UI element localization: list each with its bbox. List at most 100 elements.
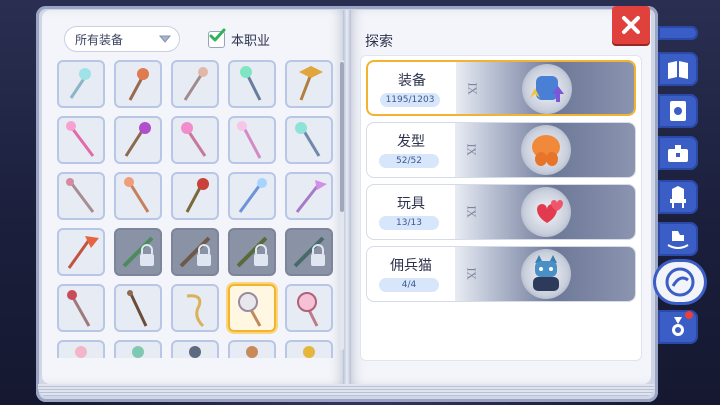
class-only-checkbox[interactable] — [208, 28, 226, 48]
staff-icon — [189, 346, 201, 358]
equipment-slot-locked[interactable] — [171, 228, 219, 276]
equipment-slot[interactable] — [171, 172, 219, 220]
book-icon — [668, 61, 688, 79]
hair-icon — [521, 125, 571, 175]
staff-icon — [295, 180, 327, 213]
class-only-toggle[interactable]: 本职业 — [208, 28, 270, 49]
mirror-staff-icon — [238, 292, 262, 327]
staff-icon — [186, 294, 205, 328]
explore-title: 探索 — [365, 34, 393, 50]
equipment-slot[interactable] — [285, 340, 333, 358]
equipment-slot[interactable] — [228, 340, 276, 358]
lock-icon — [293, 236, 325, 268]
staff-icon — [240, 66, 262, 101]
lock-icon — [179, 236, 211, 268]
equipment-slot[interactable] — [285, 116, 333, 164]
card-icon — [670, 101, 686, 121]
equipment-slot[interactable] — [114, 116, 162, 164]
card-roman-numeral: IX — [465, 82, 479, 95]
equipment-slot[interactable] — [114, 340, 162, 358]
equipment-filter-dropdown[interactable]: 所有装备 — [64, 26, 180, 52]
staff-icon — [246, 346, 258, 358]
armor-icon — [522, 64, 572, 114]
card-roman-numeral: IX — [464, 267, 478, 280]
chevron-down-icon — [159, 35, 171, 43]
card-roman-numeral: IX — [464, 143, 478, 156]
equipment-slot[interactable] — [57, 116, 105, 164]
tab-top[interactable] — [658, 26, 698, 40]
equipment-slot[interactable] — [285, 60, 333, 108]
staff-icon — [124, 122, 151, 157]
equipment-slot[interactable] — [114, 284, 162, 332]
equipment-slot[interactable] — [114, 60, 162, 108]
staff-icon — [67, 236, 99, 269]
tab-rocking-horse[interactable] — [658, 222, 698, 256]
rocking-horse-icon — [667, 231, 689, 249]
equipment-slot[interactable] — [57, 60, 105, 108]
card-label: 发型 — [397, 134, 425, 150]
close-icon — [622, 16, 640, 34]
card-art: IX — [456, 62, 634, 114]
book-page-edge — [38, 384, 654, 396]
staff-icon — [185, 178, 209, 213]
equipment-slot[interactable] — [285, 284, 333, 332]
equipment-slot[interactable] — [171, 60, 219, 108]
card-art: IX — [455, 247, 635, 301]
card-art: IX — [455, 185, 635, 239]
grid-scroll-thumb[interactable] — [340, 62, 344, 212]
staff-icon — [66, 121, 95, 157]
tab-chest[interactable] — [658, 136, 698, 170]
equipment-slot[interactable] — [171, 284, 219, 332]
equipment-slot[interactable] — [171, 340, 219, 358]
equipment-slot-locked[interactable] — [285, 228, 333, 276]
equipment-slot[interactable] — [57, 228, 105, 276]
equipment-slot-selected[interactable] — [228, 284, 276, 332]
equipment-slot[interactable] — [228, 172, 276, 220]
staff-icon — [238, 178, 267, 213]
tab-book[interactable] — [658, 52, 698, 86]
staff-icon — [124, 177, 150, 213]
book-spine — [343, 10, 351, 384]
equipment-slot[interactable] — [57, 340, 105, 358]
equipment-slot-locked[interactable] — [228, 228, 276, 276]
explore-card-mercenary-cat[interactable]: 佣兵猫 4/4 IX — [366, 246, 636, 302]
staff-icon — [75, 346, 87, 358]
equipment-slot[interactable] — [114, 172, 162, 220]
tab-card[interactable] — [658, 94, 698, 128]
throne-icon — [670, 186, 686, 208]
staff-icon — [69, 68, 91, 99]
equipment-slot[interactable] — [228, 116, 276, 164]
hearts-icon — [521, 187, 571, 237]
card-count: 13/13 — [379, 216, 439, 230]
explore-card-toys[interactable]: 玩具 13/13 IX — [366, 184, 636, 240]
close-button[interactable] — [612, 6, 650, 44]
equipment-slot-locked[interactable] — [114, 228, 162, 276]
staff-icon — [132, 346, 144, 358]
card-art: IX — [455, 123, 635, 177]
staff-icon — [181, 122, 207, 157]
staff-icon — [299, 66, 323, 101]
staff-icon — [128, 68, 149, 101]
staff-icon — [237, 121, 262, 159]
equipment-slot[interactable] — [228, 60, 276, 108]
explore-card-equipment[interactable]: 装备 1195/1203 IX — [366, 60, 636, 116]
lock-icon — [122, 236, 154, 268]
card-label: 装备 — [398, 73, 426, 89]
staff-icon — [303, 346, 315, 358]
card-roman-numeral: IX — [464, 205, 478, 218]
tab-throne[interactable] — [658, 180, 698, 214]
equipment-slot[interactable] — [285, 172, 333, 220]
card-label: 佣兵猫 — [390, 258, 432, 274]
equipment-slot[interactable] — [171, 116, 219, 164]
staff-icon — [127, 290, 148, 327]
equipment-slot[interactable] — [57, 172, 105, 220]
card-count: 52/52 — [379, 154, 439, 168]
equipment-slot[interactable] — [57, 284, 105, 332]
staff-icon — [67, 290, 91, 327]
card-count: 1195/1203 — [380, 93, 440, 107]
explore-card-hairstyle[interactable]: 发型 52/52 IX — [366, 122, 636, 178]
mirror-staff-icon — [297, 292, 319, 327]
notification-dot — [685, 311, 693, 319]
tab-compass[interactable] — [656, 262, 704, 302]
filter-selected-label: 所有装备 — [75, 32, 124, 47]
